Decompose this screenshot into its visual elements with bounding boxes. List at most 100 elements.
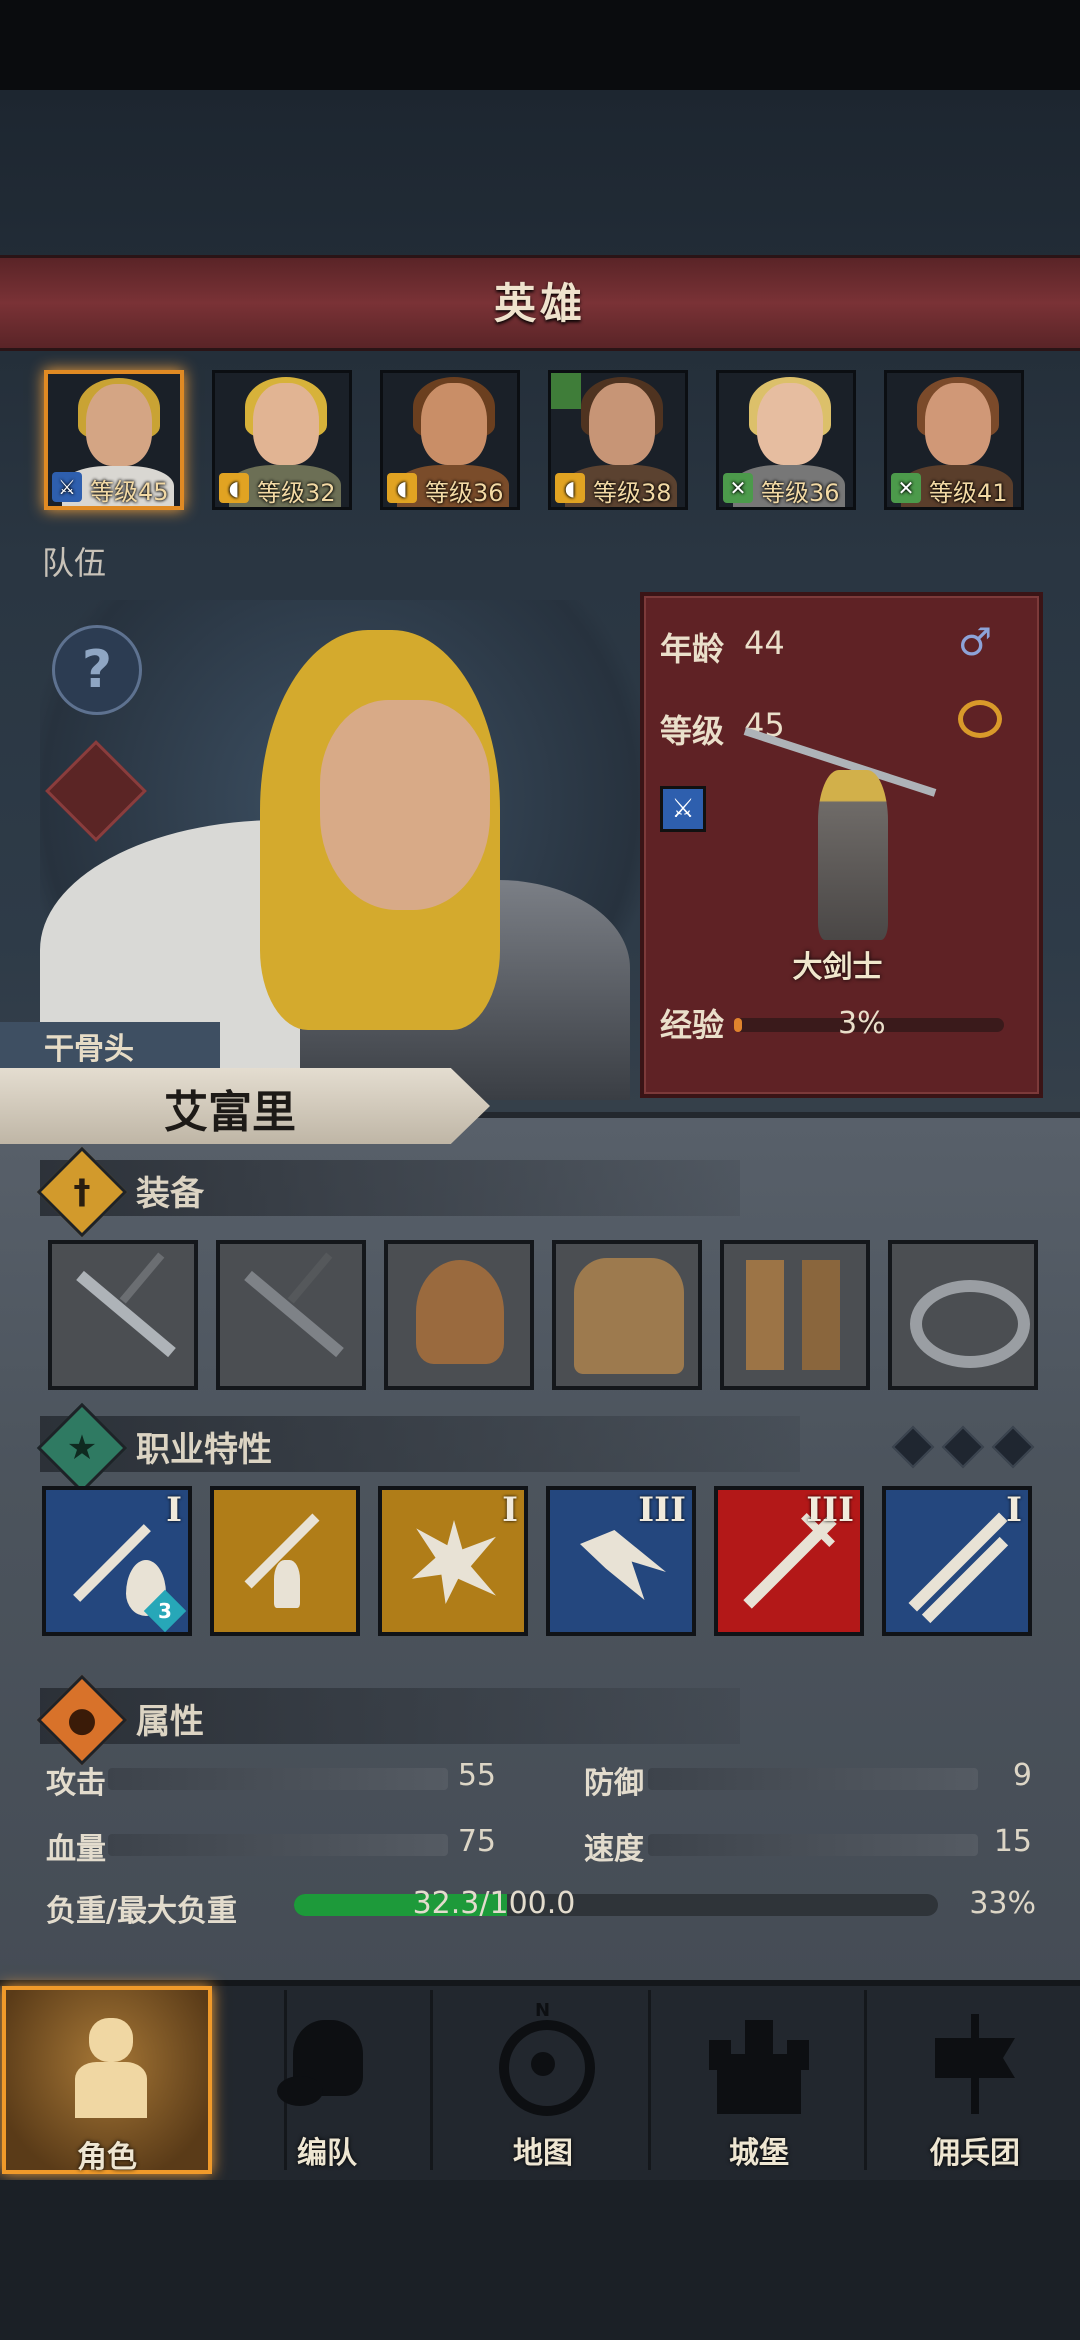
equip-slot-weapon-2[interactable] — [216, 1240, 366, 1390]
trait-slot-pips — [891, 1425, 1048, 1469]
burst-icon — [412, 1520, 496, 1604]
exp-label: 经验 — [660, 1006, 725, 1044]
hero-level: ⚔ 等级45 — [48, 470, 180, 506]
boots-icon-right — [802, 1260, 840, 1370]
nav-tab-mercenaries[interactable]: 佣兵团 — [870, 1986, 1080, 2174]
equip-slot-weapon-1[interactable] — [48, 1240, 198, 1390]
helmet-icon — [416, 1260, 504, 1364]
age-label: 年龄 — [660, 630, 725, 668]
equip-slot-armor[interactable] — [552, 1240, 702, 1390]
trait-rank: I — [1006, 1490, 1022, 1530]
nav-label: 地图 — [513, 2136, 573, 2171]
hero-portrait — [320, 700, 490, 910]
team-label: 队伍 — [42, 544, 107, 582]
attack-label: 攻击 — [46, 1766, 106, 1801]
nav-label: 角色 — [77, 2140, 137, 2175]
hero-face — [589, 383, 655, 465]
trait-3[interactable]: I — [378, 1486, 528, 1636]
hero-face — [757, 383, 823, 465]
traits-title: 职业特性 — [136, 1430, 272, 1470]
trait-rank: III — [638, 1490, 686, 1530]
sword-class-icon: ⚔ — [52, 472, 82, 502]
hp-value: 75 — [457, 1824, 496, 1859]
cross-class-icon: ✕ — [891, 473, 921, 503]
defense-bar — [648, 1768, 978, 1790]
page-title: 英雄 — [493, 279, 586, 328]
hero-level: ✕ 等级36 — [719, 471, 853, 507]
hero-name[interactable]: 艾富里 — [0, 1076, 460, 1140]
equip-slot-boots[interactable] — [720, 1240, 870, 1390]
ring-icon — [958, 700, 1002, 738]
compass-icon: N — [493, 2000, 595, 2116]
knight-icon — [61, 2018, 161, 2118]
sword-icon — [244, 1270, 344, 1358]
ring-icon — [910, 1280, 1030, 1368]
trait-rank: I — [166, 1490, 182, 1530]
trait-5[interactable]: III — [714, 1486, 864, 1636]
hero-face — [86, 384, 152, 466]
hero-level: ◖ 等级38 — [551, 471, 685, 507]
trait-1[interactable]: I 3 — [42, 1486, 192, 1636]
pip — [991, 1425, 1035, 1469]
hero-card-2[interactable]: ◖ 等级32 — [212, 370, 352, 510]
armor-icon — [574, 1258, 684, 1374]
load-value: 32.3/100.0 — [412, 1886, 576, 1921]
nav-label: 城堡 — [729, 2136, 789, 2171]
attack-value: 55 — [457, 1758, 496, 1793]
system-nav-area — [0, 2180, 1080, 2340]
crossed-swords-icon — [908, 1512, 1008, 1612]
class-name: 大剑士 — [792, 950, 883, 985]
level-label: 等级 — [660, 712, 725, 750]
boots-icon — [746, 1260, 784, 1370]
hero-face — [421, 383, 487, 465]
hero-nickname: 干骨头 — [44, 1032, 134, 1067]
hp-bar — [108, 1834, 448, 1856]
cross-class-icon: ✕ — [723, 473, 753, 503]
trait-rank: I — [502, 1490, 518, 1530]
age-value: 44 — [744, 624, 785, 662]
nav-tab-character[interactable]: 角色 — [2, 1986, 212, 2175]
status-bar — [0, 0, 1080, 90]
hero-level: ◖ 等级36 — [383, 471, 517, 507]
equip-slot-ring[interactable] — [888, 1240, 1038, 1390]
pip — [941, 1425, 985, 1469]
trait-4[interactable]: III — [546, 1486, 696, 1636]
speed-value: 15 — [993, 1824, 1032, 1859]
nav-tab-castle[interactable]: 城堡 — [654, 1986, 864, 2174]
hero-card-5[interactable]: ✕ 等级36 — [716, 370, 856, 510]
sword-icon — [76, 1270, 176, 1358]
exp-bar-fill — [734, 1018, 743, 1032]
shield-class-icon: ◖ — [219, 473, 249, 503]
male-icon: ♂ — [958, 620, 993, 664]
hero-card-1[interactable]: ⚔ 等级45 — [44, 370, 184, 510]
shield-class-icon: ◖ — [387, 473, 417, 503]
nav-label: 佣兵团 — [930, 2136, 1020, 2171]
sword-guard — [287, 1252, 333, 1304]
helmet-icon — [277, 2014, 377, 2114]
trait-rank: III — [806, 1490, 854, 1530]
trait-2[interactable] — [210, 1486, 360, 1636]
hero-card-3[interactable]: ◖ 等级36 — [380, 370, 520, 510]
help-button[interactable]: ? — [52, 625, 142, 715]
hero-card-4[interactable]: ◖ 等级38 — [548, 370, 688, 510]
wing-icon — [580, 1530, 666, 1600]
equipment-title: 装备 — [136, 1174, 204, 1214]
hero-level: ✕ 等级41 — [887, 471, 1021, 507]
shield-class-icon: ◖ — [555, 473, 585, 503]
hp-label: 血量 — [46, 1832, 106, 1867]
load-label: 负重/最大负重 — [46, 1894, 237, 1929]
nav-tab-map[interactable]: N 地图 — [438, 1986, 648, 2174]
figure-icon — [274, 1560, 300, 1608]
tree-icon — [551, 373, 581, 409]
attributes-title: 属性 — [136, 1702, 204, 1742]
equip-slot-helmet[interactable] — [384, 1240, 534, 1390]
hero-card-6[interactable]: ✕ 等级41 — [884, 370, 1024, 510]
nav-tab-team[interactable]: 编队 — [222, 1986, 432, 2174]
castle-icon — [709, 2014, 809, 2114]
load-percent: 33% — [969, 1886, 1036, 1921]
hero-face — [925, 383, 991, 465]
exp-value: 3% — [838, 1006, 886, 1041]
nav-label: 编队 — [297, 2136, 357, 2171]
trait-6[interactable]: I — [882, 1486, 1032, 1636]
pip — [891, 1425, 935, 1469]
